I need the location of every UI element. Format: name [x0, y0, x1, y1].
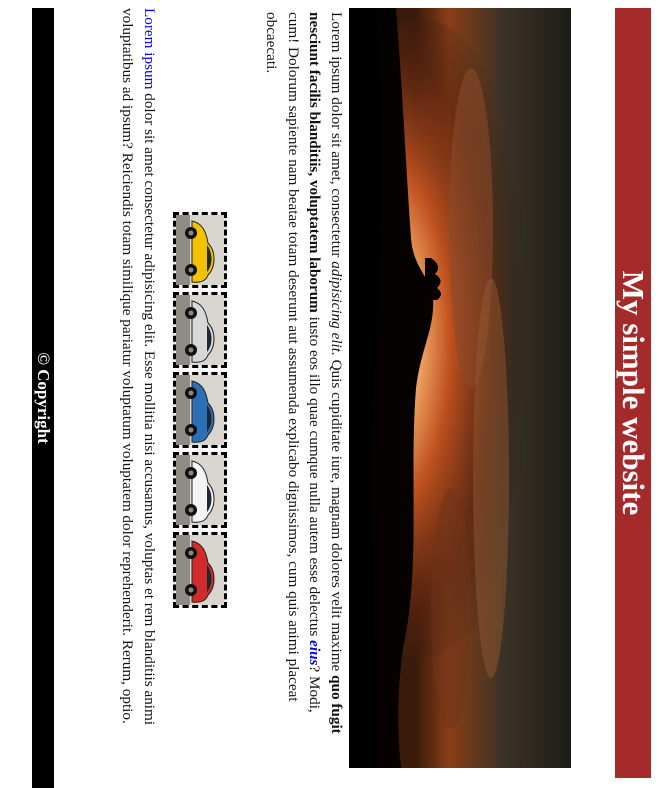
paragraph-text: dolor sit amet consectetur adipisicing e… [119, 8, 159, 726]
car-icon [176, 535, 224, 605]
lorem-ipsum-link[interactable]: Lorem ipsum [141, 8, 158, 89]
page: My simple website Lorem ipsum dolor sit … [0, 0, 659, 788]
white-car-thumb[interactable] [173, 452, 227, 528]
site-title: My simple website [616, 270, 651, 516]
car-icon [176, 455, 224, 525]
paragraph-text: iusto eos illo quae cumque nulla autem e… [306, 312, 324, 641]
site-footer: © Copyright [32, 8, 54, 788]
second-paragraph: Lorem ipsum dolor sit amet consectetur a… [117, 8, 160, 748]
car-gallery [173, 212, 227, 632]
yellow-car-thumb[interactable] [173, 212, 227, 288]
car-icon [176, 295, 224, 365]
car-icon [176, 375, 224, 445]
copyright-text: © Copyright [34, 352, 53, 444]
italic-text: adipisicing elit. [328, 261, 345, 356]
site-header: My simple website [615, 8, 651, 778]
car-icon [176, 215, 224, 285]
paragraph-text: Quis cupiditate iure, magnam dolores vel… [328, 355, 345, 676]
eius-link[interactable]: eius [307, 640, 324, 665]
red-car-thumb[interactable] [173, 532, 227, 608]
hero-sunset-image [349, 8, 571, 768]
paragraph-text: Lorem ipsum dolor sit amet, consectetur [328, 12, 345, 262]
silver-car-thumb[interactable] [173, 292, 227, 368]
blue-car-thumb[interactable] [173, 372, 227, 448]
sunset-landscape [349, 8, 571, 768]
intro-paragraph: Lorem ipsum dolor sit amet, consectetur … [261, 12, 347, 747]
